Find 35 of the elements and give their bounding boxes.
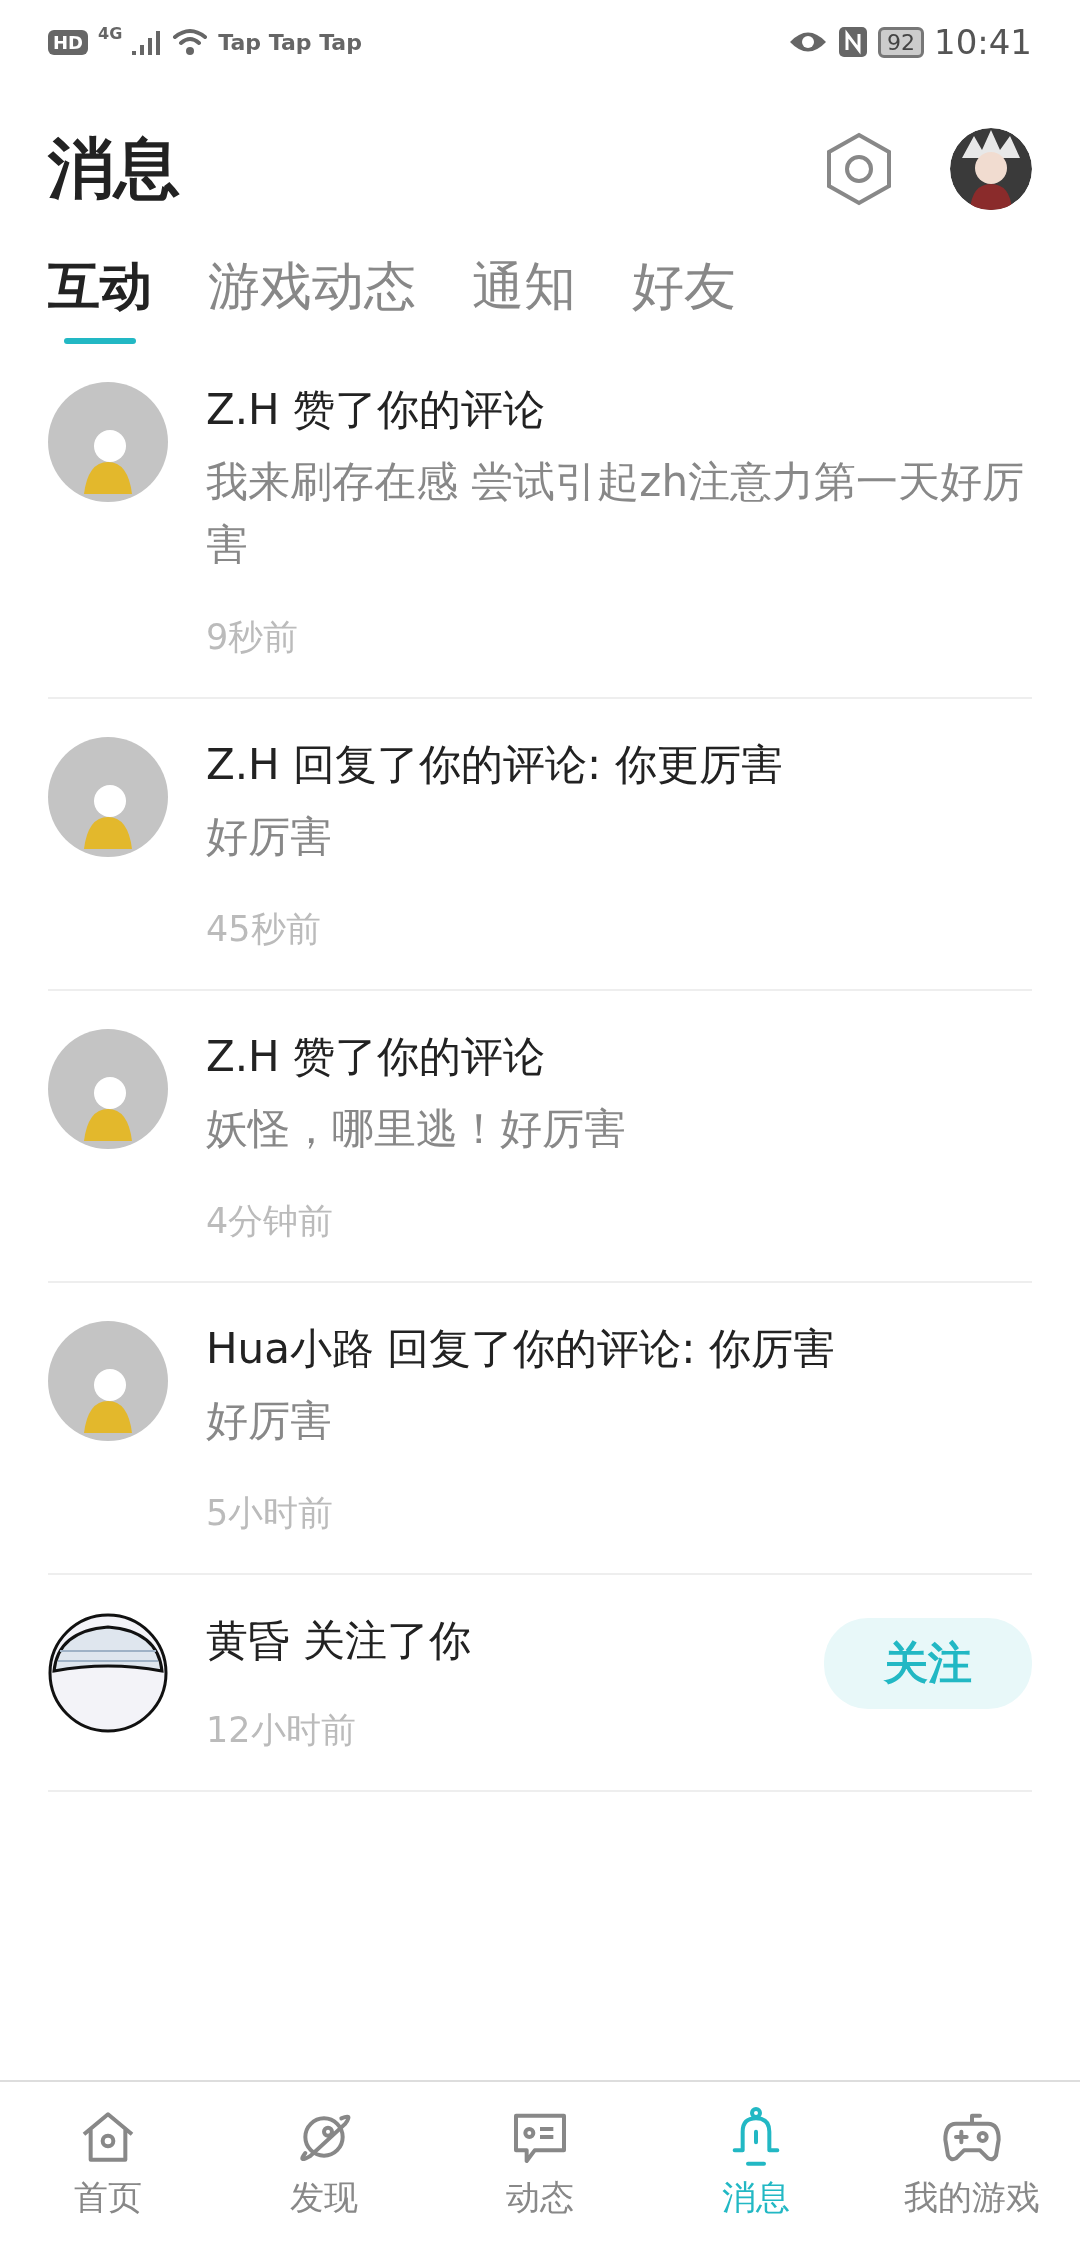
message-text: 好厉害	[206, 811, 333, 863]
wifi-icon	[172, 27, 209, 57]
follow-button[interactable]: 关注	[824, 1618, 1032, 1709]
nav-tab[interactable]: 动态	[432, 2082, 648, 2244]
nav-tab[interactable]: 消息	[648, 2082, 864, 2244]
clock: 10:41	[934, 22, 1032, 62]
nav-tab[interactable]: 我的游戏	[864, 2082, 1080, 2244]
tab[interactable]: 好友	[632, 252, 736, 344]
message-time: 45秒前	[206, 908, 322, 951]
message-title: 黄昏 关注了你	[206, 1615, 473, 1667]
message-time: 4分钟前	[206, 1200, 335, 1243]
message-time: 12小时前	[206, 1709, 357, 1752]
profile-avatar[interactable]	[950, 128, 1032, 210]
tab[interactable]: 互动	[48, 252, 152, 344]
nav-tab[interactable]: 发现	[216, 2082, 432, 2244]
hd-indicator: HD	[48, 29, 88, 55]
notification-text: Tap Tap Tap	[218, 29, 362, 55]
network-type: 4G	[98, 24, 123, 43]
message-title: Z.H 赞了你的评论	[206, 384, 547, 436]
message-title: Z.H 赞了你的评论	[206, 1031, 547, 1083]
tab[interactable]: 通知	[472, 252, 576, 344]
nav-tab[interactable]: 首页	[0, 2082, 216, 2244]
message-text: 我来刷存在感 尝试引起zh注意力第一天好厉害	[206, 456, 1025, 571]
tab[interactable]: 游戏动态	[208, 252, 416, 344]
battery-level: 92	[878, 26, 924, 58]
message-text: 妖怪，哪里逃！好厉害	[206, 1103, 627, 1155]
page-title: 消息	[48, 129, 181, 209]
message-text: 好厉害	[206, 1395, 333, 1447]
message-time: 5小时前	[206, 1492, 335, 1535]
avatar-image[interactable]	[48, 1613, 168, 1733]
message-time: 9秒前	[206, 616, 300, 659]
message-title: Hua小路 回复了你的评论: 你厉害	[206, 1323, 836, 1375]
settings-icon[interactable]	[824, 131, 894, 207]
message-title: Z.H 回复了你的评论: 你更厉害	[206, 739, 784, 791]
nfc-icon	[838, 26, 868, 58]
